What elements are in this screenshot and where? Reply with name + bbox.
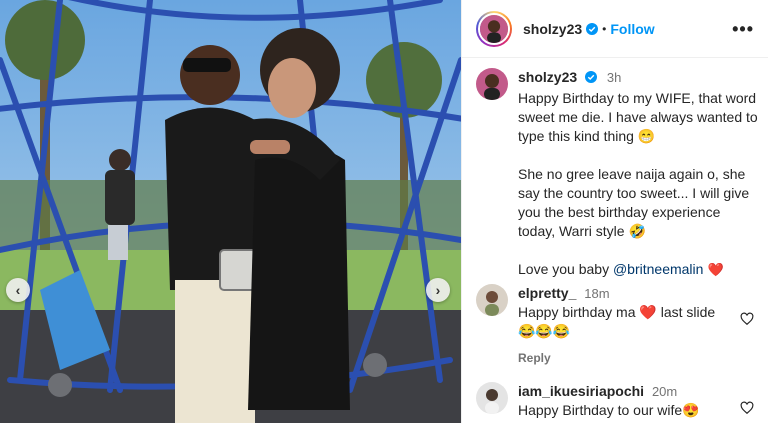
author-avatar[interactable] (478, 12, 510, 45)
comment-item: elpretty_ 18m Happy birthday ma ❤️ last … (476, 284, 766, 368)
mention-link[interactable]: @britneemalin (613, 261, 703, 277)
comment-item: iam_ikuesiriapochi 20m Happy Birthday to… (476, 382, 766, 420)
comment-username[interactable]: iam_ikuesiriapochi (518, 383, 644, 399)
reply-button[interactable]: Reply (518, 349, 728, 368)
comment-username[interactable]: elpretty_ (518, 285, 576, 301)
verified-badge-icon (585, 71, 598, 83)
post-header: sholzy23 • Follow ••• (462, 0, 768, 58)
caption-username[interactable]: sholzy23 (518, 69, 577, 85)
like-comment-icon[interactable] (740, 312, 754, 326)
caption-paragraph-3: Love you baby @britneemalin ❤️ (518, 260, 760, 280)
photo-image (0, 0, 461, 423)
caption-text: Love you baby (518, 261, 613, 277)
caption-avatar[interactable] (476, 68, 508, 100)
comment-text: Happy birthday ma ❤️ last slide 😂😂😂 (518, 304, 716, 339)
more-options-icon[interactable]: ••• (732, 20, 754, 38)
comment-timestamp[interactable]: 20m (652, 384, 677, 399)
post-photo[interactable]: ‹ › (0, 0, 461, 423)
comment-text: Happy Birthday to our wife😍 (518, 402, 700, 418)
verified-badge-icon (586, 22, 599, 35)
caption-timestamp[interactable]: 3h (607, 70, 621, 85)
previous-slide-button[interactable]: ‹ (6, 278, 30, 302)
post-details-panel: sholzy23 • Follow ••• sholzy23 3h Happy … (461, 0, 768, 423)
separator-dot: • (602, 21, 607, 36)
post-caption: sholzy23 3h Happy Birthday to my WIFE, t… (476, 68, 760, 280)
commenter-avatar[interactable] (476, 284, 508, 316)
caption-paragraph-1: Happy Birthday to my WIFE, that word swe… (518, 90, 758, 144)
follow-button[interactable]: Follow (610, 21, 654, 37)
next-slide-button[interactable]: › (426, 278, 450, 302)
heart-emoji: ❤️ (703, 263, 724, 278)
like-comment-icon[interactable] (740, 401, 754, 415)
author-username[interactable]: sholzy23 (523, 21, 582, 37)
comment-timestamp[interactable]: 18m (584, 286, 609, 301)
story-ring[interactable] (476, 10, 512, 47)
caption-paragraph-2: She no gree leave naija again o, she say… (518, 166, 750, 239)
commenter-avatar[interactable] (476, 382, 508, 414)
